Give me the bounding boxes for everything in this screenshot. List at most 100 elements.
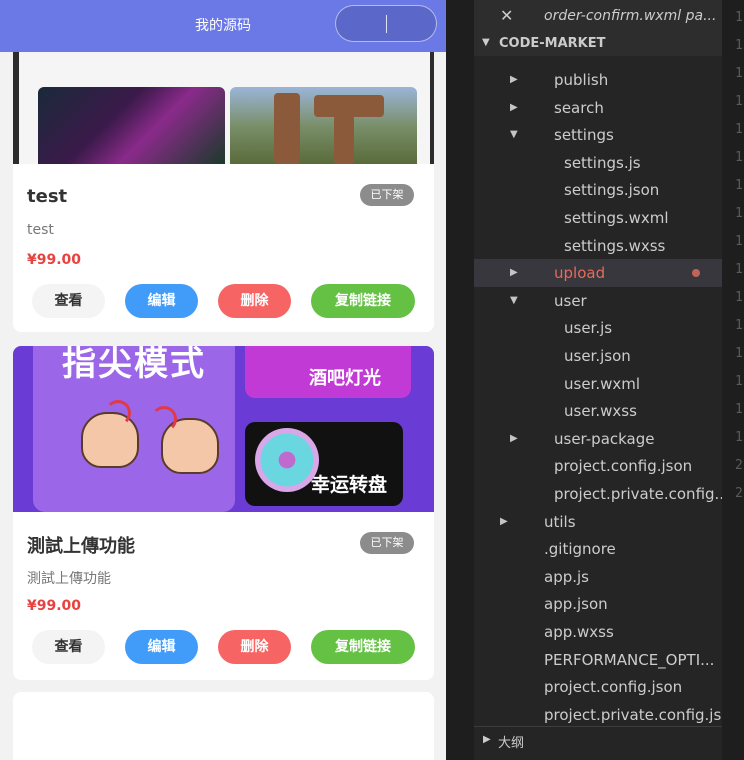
- line-number: 1: [735, 178, 743, 193]
- tree-item[interactable]: settings.wxss: [474, 232, 722, 260]
- tree-item[interactable]: app.js: [474, 563, 722, 591]
- product-card[interactable]: test 已下架 test ¥99.00 查看 编辑 删除 复制链接: [13, 40, 434, 332]
- view-button[interactable]: 查看: [32, 630, 105, 664]
- status-badge: 已下架: [360, 532, 414, 554]
- chevron-right-icon: ▶: [500, 515, 508, 527]
- copy-link-button[interactable]: 复制链接: [311, 630, 415, 664]
- close-icon[interactable]: ✕: [500, 6, 514, 25]
- tree-item-label: .gitignore: [544, 540, 616, 559]
- explorer-section-header[interactable]: ▼ CODE-MARKET: [474, 34, 722, 56]
- tree-item-label: project.private.config....: [554, 485, 722, 503]
- tree-item-label: app.wxss: [544, 623, 614, 641]
- rock-shape: [334, 115, 354, 164]
- tree-item-label: user.json: [564, 347, 631, 365]
- tree-item-label: search: [554, 98, 604, 117]
- tree-item[interactable]: settings.json: [474, 176, 722, 204]
- tree-item[interactable]: settings.js: [474, 149, 722, 177]
- tree-item-label: upload: [554, 264, 606, 283]
- product-price: ¥99.00: [27, 252, 82, 268]
- line-number: 1: [735, 66, 743, 81]
- tree-item[interactable]: app.wxss: [474, 618, 722, 646]
- editor-tab[interactable]: ✕ order-confirm.wxml pa...: [474, 0, 722, 34]
- tree-item[interactable]: app.json: [474, 590, 722, 618]
- view-button[interactable]: 查看: [32, 284, 105, 318]
- line-number: 1: [735, 234, 743, 249]
- delete-button[interactable]: 删除: [218, 630, 291, 664]
- cover-lucky-wheel-text: 幸运转盘: [311, 474, 388, 496]
- tree-item-label: app.json: [544, 595, 608, 614]
- tree-item[interactable]: project.private.config....: [474, 480, 722, 508]
- product-description: 測試上傳功能: [27, 571, 111, 587]
- tab-label: order-confirm.wxml pa...: [544, 8, 717, 24]
- tree-item[interactable]: user.wxss: [474, 397, 722, 425]
- tree-item[interactable]: PERFORMANCE_OPTI...: [474, 646, 722, 674]
- line-number: 1: [735, 402, 743, 417]
- modified-dot-icon: [692, 269, 700, 278]
- line-number: 1: [735, 150, 743, 165]
- panel-separator: [446, 0, 474, 760]
- tree-item-label: settings: [554, 126, 614, 145]
- tree-item[interactable]: project.config.json: [474, 673, 722, 701]
- line-number: 1: [735, 10, 743, 25]
- tree-item-label: user.js: [564, 319, 613, 338]
- tree-item[interactable]: ▶ utils: [474, 508, 722, 536]
- capsule-menu[interactable]: [335, 5, 437, 42]
- line-number: 1: [735, 122, 743, 137]
- tap-ring-icon: [151, 406, 177, 432]
- line-number-gutter: 1 1 1 1 1 1 1 1 1 1 1 1 1 1 1 1 2 2: [722, 0, 744, 760]
- cover-content: [19, 40, 430, 164]
- chevron-down-icon: ▼: [510, 129, 518, 141]
- section-title: CODE-MARKET: [499, 36, 606, 51]
- product-card[interactable]: [13, 692, 434, 760]
- tree-item[interactable]: project.private.config.js...: [474, 701, 722, 729]
- tree-item[interactable]: ▶ search: [474, 94, 722, 122]
- tree-item[interactable]: ▼ settings: [474, 121, 722, 149]
- line-number: 2: [735, 458, 743, 473]
- tree-item[interactable]: settings.wxml: [474, 204, 722, 232]
- tree-item[interactable]: user.json: [474, 342, 722, 370]
- tree-item[interactable]: .gitignore: [474, 535, 722, 563]
- tree-item[interactable]: user.js: [474, 314, 722, 342]
- chevron-right-icon: ▶: [510, 101, 518, 113]
- delete-button[interactable]: 删除: [218, 284, 291, 318]
- product-description: test: [27, 222, 54, 238]
- product-cover-image: 指尖模式 酒吧灯光 幸运转盘: [13, 346, 434, 512]
- tree-item-label: settings.js: [564, 153, 641, 172]
- product-card[interactable]: 指尖模式 酒吧灯光 幸运转盘 測試上傳功能 已下架 測試上傳功能 ¥99.00 …: [13, 346, 434, 680]
- tree-item-label: user-package: [554, 429, 655, 448]
- line-number: 1: [735, 290, 743, 305]
- tree-item[interactable]: ▼ user: [474, 287, 722, 315]
- line-number: 1: [735, 374, 743, 389]
- tree-item-label: project.private.config.js...: [544, 705, 722, 724]
- line-number: 1: [735, 318, 743, 333]
- tree-item-label: PERFORMANCE_OPTI...: [544, 650, 715, 669]
- tap-ring-icon: [105, 400, 131, 426]
- tree-item[interactable]: ▶ publish: [474, 66, 722, 94]
- product-title: test: [27, 186, 68, 207]
- cover-panel-lucky-wheel: 幸运转盘: [245, 422, 403, 506]
- outline-section-header[interactable]: ▶ 大纲: [474, 726, 722, 756]
- copy-link-button[interactable]: 复制链接: [311, 284, 415, 318]
- navigation-bar: 我的源码: [0, 0, 446, 52]
- tree-item[interactable]: ▶ user-package: [474, 425, 722, 453]
- tree-item-label: user.wxml: [564, 374, 641, 393]
- line-number: 2: [735, 486, 743, 501]
- line-number: 1: [735, 346, 743, 361]
- tree-item[interactable]: project.config.json: [474, 452, 722, 480]
- tree-item-label: user: [554, 291, 587, 310]
- tree-item[interactable]: ▶ upload: [474, 259, 722, 288]
- chevron-right-icon: ▶: [510, 74, 518, 85]
- simulator-screen: 我的源码 test 已下架 test ¥99.00 查看 编辑 删除 复制链接: [0, 0, 446, 760]
- tree-item-label: publish: [554, 71, 609, 89]
- outline-title: 大纲: [498, 736, 525, 751]
- line-number: 1: [735, 430, 743, 445]
- tree-item[interactable]: user.wxml: [474, 370, 722, 398]
- file-explorer: ✕ order-confirm.wxml pa... ▼ CODE-MARKET…: [474, 0, 722, 760]
- edit-button[interactable]: 编辑: [125, 284, 198, 318]
- edit-button[interactable]: 编辑: [125, 630, 198, 664]
- product-price: ¥99.00: [27, 598, 82, 614]
- line-number: 1: [735, 94, 743, 109]
- line-number: 1: [735, 262, 743, 277]
- chevron-right-icon: ▶: [510, 267, 518, 279]
- tree-item-label: utils: [544, 512, 576, 531]
